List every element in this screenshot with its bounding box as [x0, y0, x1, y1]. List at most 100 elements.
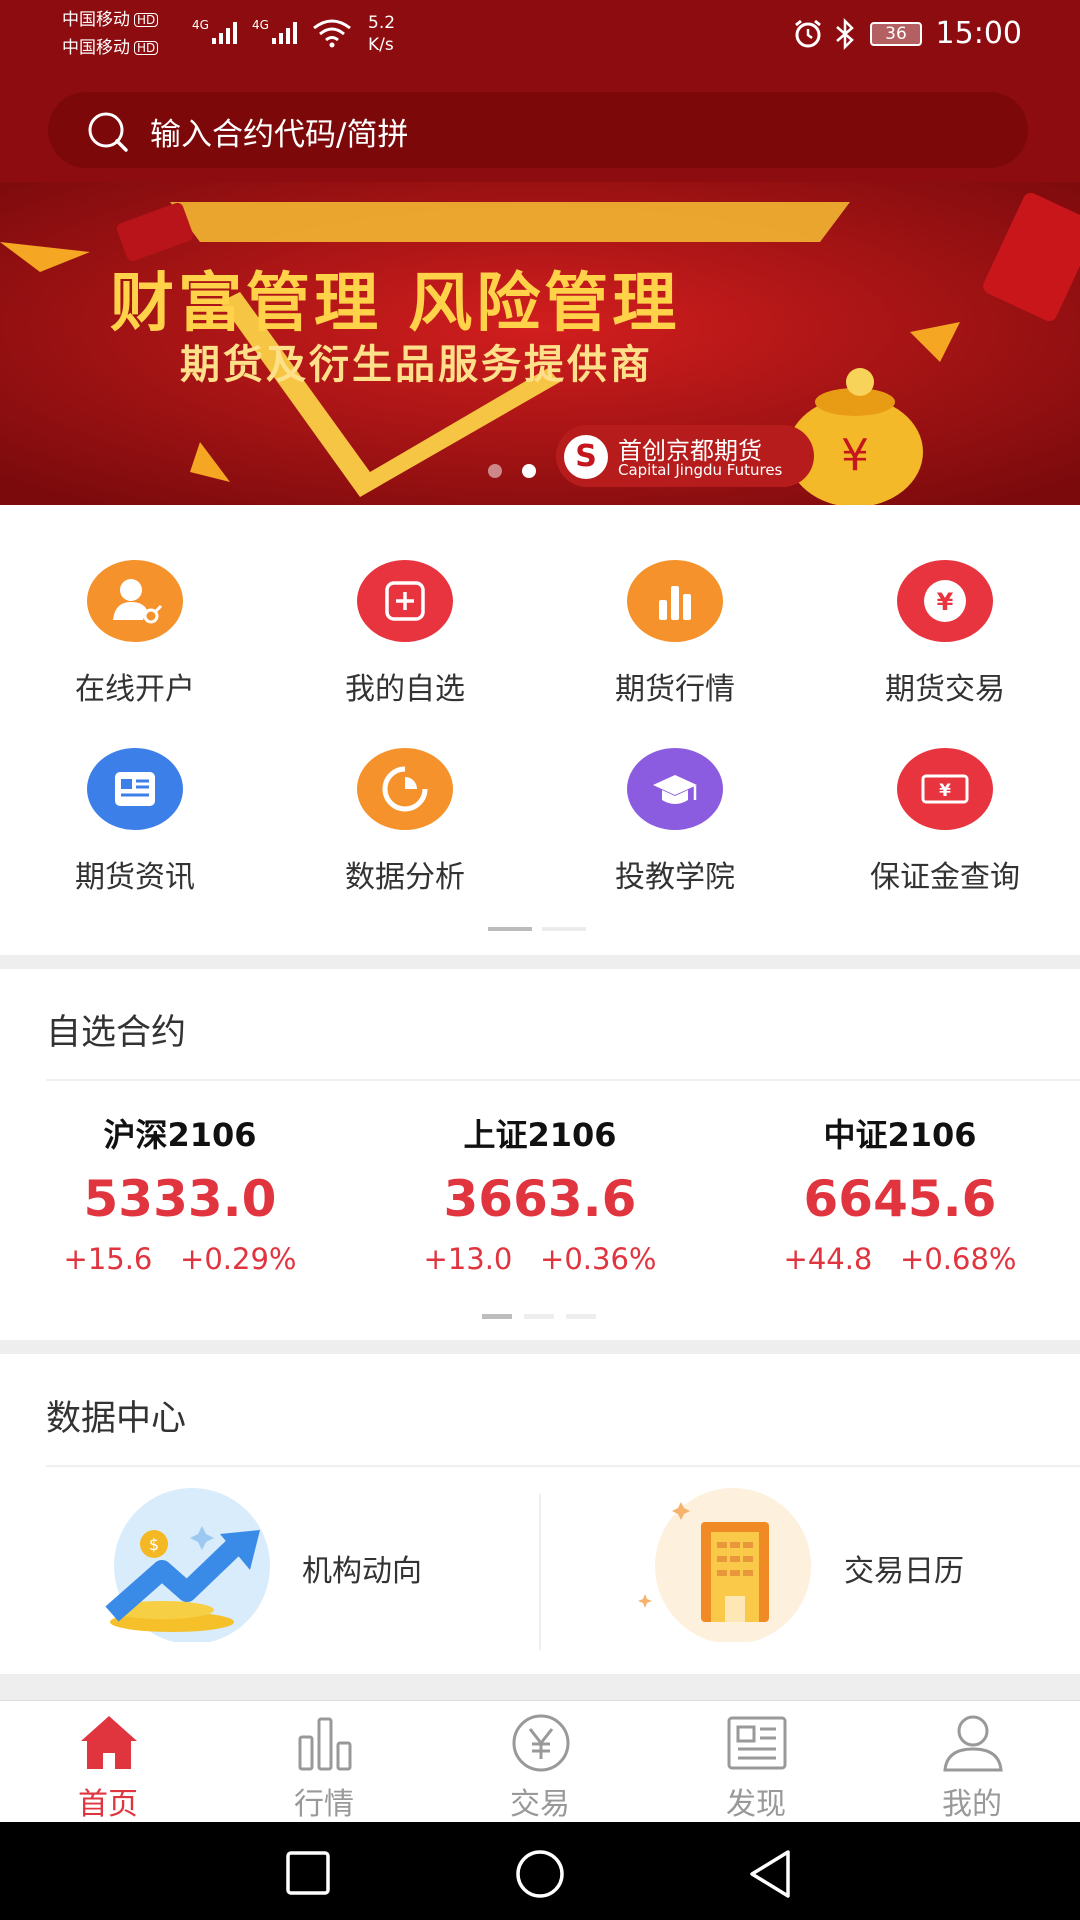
logo-mark: S	[564, 435, 608, 479]
menu-label: 数据分析	[345, 860, 465, 895]
plus-square-icon	[357, 560, 453, 642]
speed-unit: K/s	[368, 35, 394, 55]
quote-name: 中证2106	[823, 1116, 977, 1154]
banner-dot[interactable]	[488, 464, 502, 478]
tab-label: 发现	[726, 1787, 786, 1822]
tab-label: 首页	[78, 1787, 138, 1822]
carrier-2: 中国移动 HD	[62, 38, 159, 58]
section-separator	[0, 1340, 1080, 1354]
quick-menu: 在线开户 我的自选 期货行情 ¥ 期货交易 期货资讯 数据分析 投教学院 ¥ 保…	[0, 505, 1080, 955]
banner-dot-active[interactable]	[522, 464, 536, 478]
banner-title: 财富管理 风险管理	[110, 267, 681, 341]
quote-name: 上证2106	[463, 1116, 617, 1154]
yen-icon: ¥	[897, 560, 993, 642]
tab-discover[interactable]: 发现	[648, 1701, 864, 1823]
svg-text:¥: ¥	[939, 781, 951, 801]
menu-label: 保证金查询	[870, 860, 1020, 895]
data-center-label: 交易日历	[844, 1554, 964, 1589]
divider	[46, 1079, 1080, 1081]
menu-label: 在线开户	[75, 672, 195, 707]
tab-home[interactable]: 首页	[0, 1701, 216, 1823]
promo-banner[interactable]: ¥ 财富管理 风险管理 期货及衍生品服务提供商 S 首创京都期货 Capital…	[0, 182, 1080, 505]
menu-investor-education[interactable]: 投教学院	[540, 748, 810, 896]
watchlist-indicator-dot	[566, 1314, 596, 1319]
carrier-2-text: 中国移动	[62, 38, 130, 58]
bar-chart-icon	[627, 560, 723, 642]
quote-card[interactable]: 沪深2106 5333.0 +15.6 +0.29%	[0, 1110, 360, 1276]
carrier-1-text: 中国移动	[62, 10, 130, 30]
quote-name: 沪深2106	[103, 1116, 257, 1154]
quote-change: +44.8 +0.68%	[783, 1242, 1017, 1276]
company-logo: S 首创京都期货 Capital Jingdu Futures	[556, 425, 814, 487]
search-area: 输入合约代码/简拼	[0, 70, 1080, 182]
signal-icon-1	[212, 20, 237, 44]
status-bar: 中国移动 HD 中国移动 HD 4G 4G 5.2 K/s 36 15:00	[0, 0, 1080, 70]
menu-my-watchlist[interactable]: 我的自选	[270, 560, 540, 708]
search-input[interactable]: 输入合约代码/简拼	[48, 92, 1028, 168]
section-separator	[0, 955, 1080, 969]
battery-icon: 36	[870, 22, 922, 46]
network-type-1: 4G	[192, 18, 209, 32]
search-placeholder: 输入合约代码/简拼	[150, 117, 409, 153]
data-center-title: 数据中心	[46, 1399, 187, 1439]
watchlist-title: 自选合约	[46, 1013, 187, 1053]
tab-label: 我的	[942, 1787, 1002, 1822]
tab-label: 行情	[294, 1787, 354, 1822]
home-icon	[81, 1716, 137, 1769]
alarm-icon	[795, 19, 821, 48]
banner-pagination	[488, 464, 536, 478]
calendar-building-icon	[638, 1488, 811, 1642]
menu-online-account[interactable]: 在线开户	[0, 560, 270, 708]
svg-text:¥: ¥	[841, 430, 869, 481]
quote-change: +15.6 +0.29%	[63, 1242, 297, 1276]
menu-label: 期货交易	[885, 672, 1005, 707]
user-icon	[943, 1715, 1003, 1772]
quote-card[interactable]: 中证2106 6645.6 +44.8 +0.68%	[720, 1110, 1080, 1276]
tab-profile[interactable]: 我的	[864, 1701, 1080, 1823]
quote-change: +13.0 +0.36%	[423, 1242, 657, 1276]
bars-icon	[298, 1717, 352, 1771]
menu-margin-query[interactable]: ¥ 保证金查询	[810, 748, 1080, 896]
open-account-icon	[87, 560, 183, 642]
logo-english: Capital Jingdu Futures	[618, 461, 783, 479]
bluetooth-icon	[836, 18, 854, 50]
menu-futures-news[interactable]: 期货资讯	[0, 748, 270, 896]
watchlist-page-indicator	[482, 1314, 596, 1319]
hd-badge-2: HD	[134, 41, 159, 55]
bottom-tab-bar: 首页 行情 交易 发现 我的	[0, 1700, 1080, 1822]
speed-value: 5.2	[368, 13, 396, 33]
menu-futures-quotes[interactable]: 期货行情	[540, 560, 810, 708]
tab-market[interactable]: 行情	[216, 1701, 432, 1823]
pie-chart-icon	[357, 748, 453, 830]
svg-text:¥: ¥	[937, 588, 954, 616]
menu-page-indicator	[488, 927, 586, 931]
yen-circle-icon	[512, 1714, 570, 1772]
system-navigation-bar	[0, 1822, 1080, 1920]
menu-data-analysis[interactable]: 数据分析	[270, 748, 540, 896]
home-button-icon[interactable]	[514, 1848, 566, 1900]
svg-text:$: $	[149, 1535, 159, 1554]
data-center-calendar[interactable]: 交易日历	[541, 1480, 1080, 1660]
menu-futures-trading[interactable]: ¥ 期货交易	[810, 560, 1080, 708]
data-center-institution[interactable]: $ 机构动向	[0, 1480, 539, 1660]
menu-label: 投教学院	[615, 860, 735, 895]
divider	[46, 1465, 1080, 1467]
menu-label: 期货资讯	[75, 860, 195, 895]
menu-label: 我的自选	[345, 672, 465, 707]
network-speed: 5.2 K/s	[368, 12, 395, 56]
network-type-2: 4G	[252, 18, 269, 32]
quote-card[interactable]: 上证2106 3663.6 +13.0 +0.36%	[360, 1110, 720, 1276]
newspaper-icon	[727, 1716, 787, 1770]
back-icon[interactable]	[746, 1848, 794, 1900]
hd-badge-1: HD	[134, 13, 159, 27]
quote-price: 3663.6	[443, 1170, 637, 1228]
tab-trade[interactable]: 交易	[432, 1701, 648, 1823]
signal-icon-2	[272, 20, 297, 44]
tab-label: 交易	[510, 1787, 570, 1822]
menu-page-indicator-active	[488, 927, 532, 931]
graduation-cap-icon	[627, 748, 723, 830]
banner-subtitle: 期货及衍生品服务提供商	[180, 342, 653, 388]
recent-apps-icon[interactable]	[285, 1850, 331, 1896]
clock: 15:00	[935, 16, 1022, 51]
trend-up-icon: $	[105, 1488, 270, 1642]
